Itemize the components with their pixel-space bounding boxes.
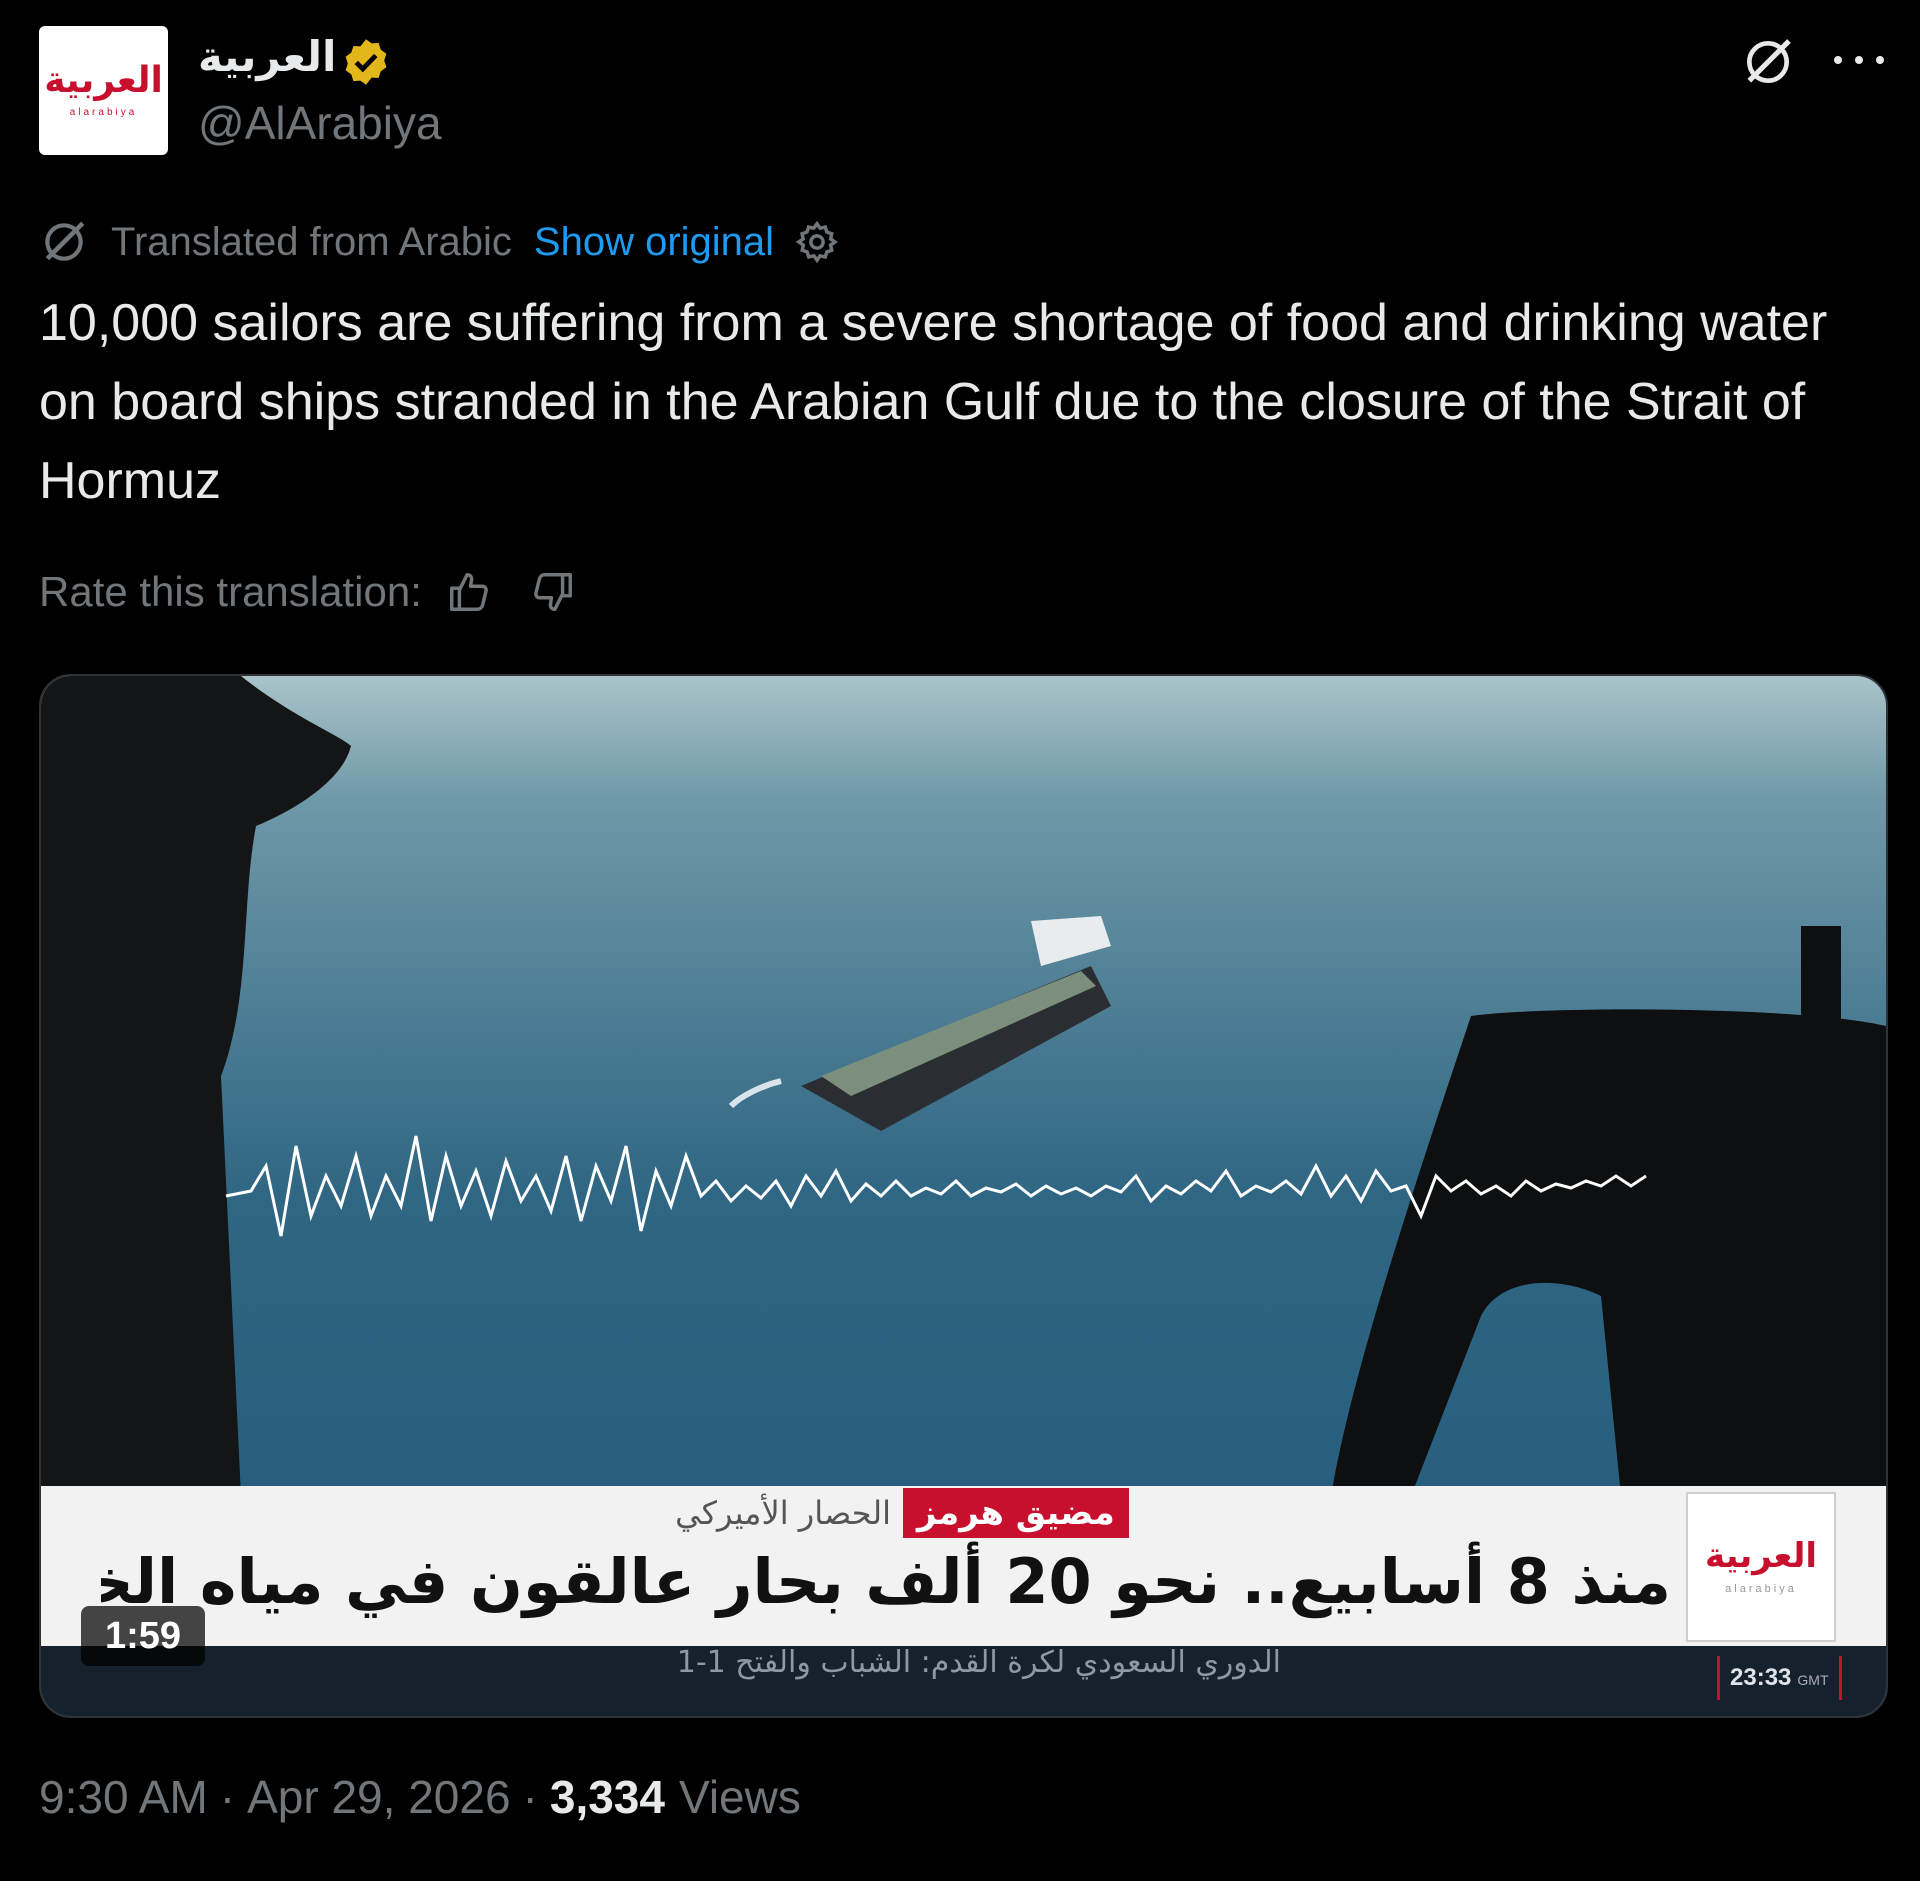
news-kicker-red: مضيق هرمز xyxy=(903,1488,1129,1538)
display-name[interactable]: العربية xyxy=(198,32,336,81)
more-icon[interactable] xyxy=(1830,50,1888,70)
thumbs-down-icon[interactable] xyxy=(530,569,576,615)
clock-time: 23:33 xyxy=(1730,1664,1792,1691)
thumbs-up-icon[interactable] xyxy=(446,569,492,615)
separator-dot: · xyxy=(219,1771,236,1823)
gear-icon[interactable] xyxy=(794,219,840,265)
avatar-logo-text: العربية xyxy=(44,60,163,101)
rate-translation: Rate this translation: xyxy=(39,568,576,616)
rate-label: Rate this translation: xyxy=(39,568,422,615)
channel-logo-latin: alarabiya xyxy=(1725,1583,1797,1595)
avatar-logo-latin: alarabiya xyxy=(69,107,138,118)
channel-logo: العربية alarabiya xyxy=(1686,1492,1836,1642)
verified-badge-icon[interactable] xyxy=(340,36,392,88)
post-date[interactable]: Apr 29, 2026 xyxy=(247,1770,510,1824)
news-headline: منذ 8 أسابيع.. نحو 20 ألف بحار عالقون في… xyxy=(101,1545,1671,1618)
clock-zone: GMT xyxy=(1797,1672,1829,1688)
views-count: 3,334 xyxy=(549,1771,665,1823)
channel-logo-text: العربية xyxy=(1704,1536,1818,1576)
translation-bar: Translated from Arabic Show original xyxy=(39,214,840,270)
show-original-link[interactable]: Show original xyxy=(534,220,774,265)
video-duration-badge: 1:59 xyxy=(81,1606,206,1666)
separator-dot: · xyxy=(522,1771,538,1823)
user-handle[interactable]: @AlArabiya xyxy=(198,96,442,150)
post-text: 10,000 sailors are suffering from a seve… xyxy=(39,294,1828,510)
grok-icon[interactable] xyxy=(1740,34,1796,90)
video-player[interactable]: مضيق هرمز الحصار الأميركي منذ 8 أسابيع..… xyxy=(39,674,1888,1718)
news-ticker-text: الدوري السعودي لكرة القدم: الشباب والفتح… xyxy=(676,1648,1281,1680)
broadcast-clock: 23:33 GMT xyxy=(1717,1656,1842,1700)
avatar[interactable]: العربية alarabiya xyxy=(39,26,168,155)
views-label: Views xyxy=(678,1771,801,1823)
news-kicker-grey: الحصار الأميركي xyxy=(675,1494,891,1532)
post-time[interactable]: 9:30 AM xyxy=(39,1770,208,1824)
translate-globe-icon xyxy=(45,221,85,261)
post-meta: 9:30 AM · Apr 29, 2026 · 3,334 Views xyxy=(39,1770,801,1824)
translated-from-label: Translated from Arabic xyxy=(111,219,512,264)
